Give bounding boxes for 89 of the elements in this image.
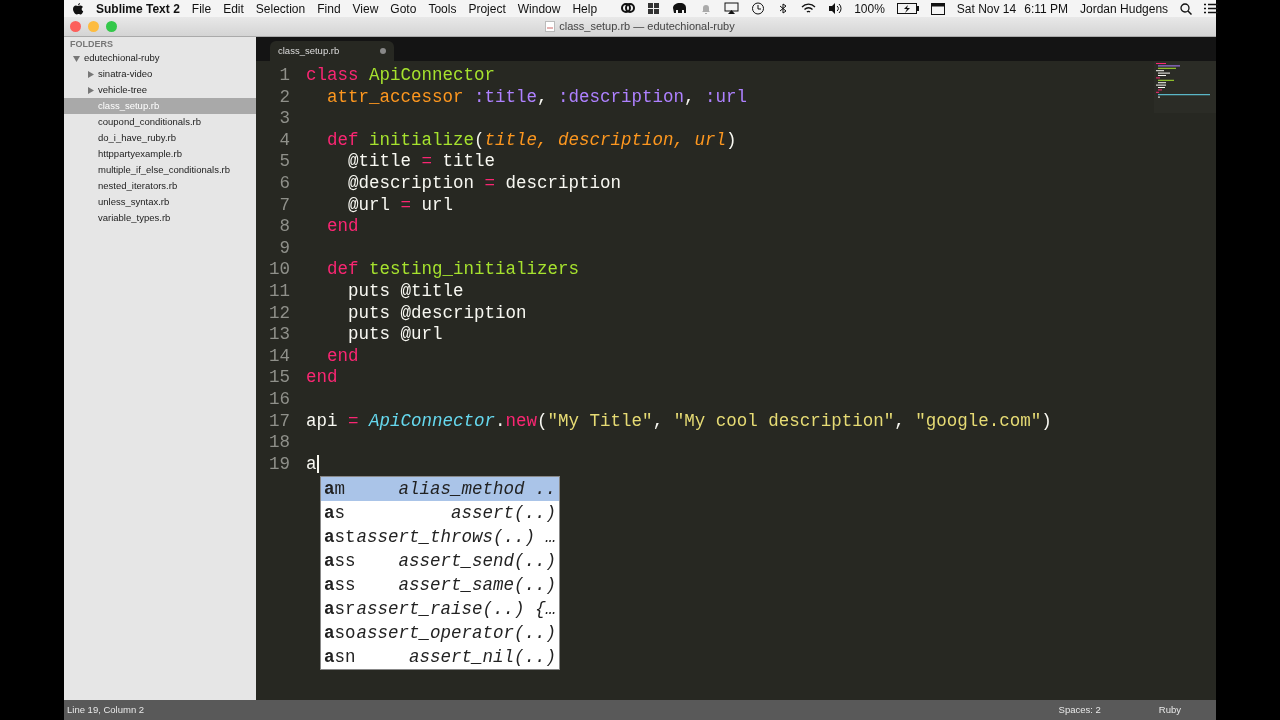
autocomplete-item[interactable]: am alias_method .. [321,477,559,501]
code-line: a [306,453,319,476]
code-line: puts @description [347,302,527,325]
sidebar-heading: FOLDERS [69,39,114,50]
sidebar-folder[interactable]: vehicle-tree [64,82,256,98]
wifi-icon[interactable] [801,2,817,15]
autocomplete-item[interactable]: ass assert_same(..) [321,573,559,597]
code-line: end [326,345,359,368]
code-line: api = ApiConnector.new("My Title", "My cool description", "google.com") [306,410,1052,433]
clock-icon[interactable] [751,2,766,15]
cloud-icon[interactable] [621,2,636,15]
line-number: 10 [268,259,290,281]
sidebar-file[interactable]: httppartyexample.rb [64,146,256,162]
line-number: 2 [278,86,290,109]
autocomplete-item[interactable]: asn assert_nil(..) [321,645,559,669]
menu-item[interactable]: Goto [390,0,417,18]
line-number: 19 [268,453,290,476]
code-line: @url = url [347,194,454,217]
line-number: 8 [278,216,290,238]
sidebar-file[interactable]: variable_types.rb [64,210,256,226]
minimap-drawing[interactable] [1154,61,1216,113]
apple-logo-icon[interactable] [72,2,84,15]
menu-icon[interactable] [1204,3,1219,14]
display-icon[interactable] [724,2,740,15]
code-line: @description = description [347,172,622,195]
line-number: 4 [278,129,290,152]
calendar-icon[interactable] [930,2,945,15]
menu-item[interactable]: Project [468,0,506,18]
menu-item[interactable]: Tools [428,0,457,18]
line-number: 16 [268,388,290,411]
line-number: 3 [278,108,290,130]
unsaved-dot-icon [380,48,386,54]
menu-item[interactable]: Find [317,0,341,18]
line-number: 6 [278,172,290,195]
indentation-setting[interactable]: Spaces: 2 [1058,702,1101,718]
window-title: class_setup.rb — edutechional-ruby [559,19,735,35]
battery-percentage: 100% [854,0,885,18]
line-number: 1 [278,65,290,87]
syntax-setting[interactable]: Ruby [1158,702,1181,718]
line-number: 5 [278,151,290,173]
sidebar-file[interactable]: coupond_conditionals.rb [64,114,256,130]
code-line: class ApiConnector [306,65,496,87]
sidebar-folder[interactable]: edutechional-ruby [64,50,256,66]
code-line: end [326,216,359,238]
app-name[interactable]: Sublime Text 2 [96,0,180,18]
battery-icon[interactable] [896,3,919,14]
code-line: puts @title [347,280,464,303]
code-line: @title = title [347,151,496,173]
sidebar-file[interactable]: do_i_have_ruby.rb [64,130,256,146]
line-number: 14 [268,345,290,368]
code-line: attr_accessor :title, :description, :url [326,86,748,109]
line-number: 17 [268,410,290,433]
search-icon[interactable] [1180,2,1193,15]
autocomplete-item[interactable]: asrassert_raise(..) {… [321,597,559,621]
sidebar-folder[interactable]: sinatra-video [64,66,256,82]
grid-icon[interactable] [647,2,661,15]
autocomplete-item[interactable]: astassert_throws(..) … [321,525,559,549]
autocomplete-item[interactable]: asoassert_operator(..) [321,621,559,645]
autocomplete-item[interactable]: ass assert_send(..) [321,549,559,573]
line-number: 11 [268,280,290,303]
menu-item[interactable]: View [352,0,379,18]
menu-item[interactable]: File [191,0,212,18]
line-number: 7 [278,194,290,217]
sidebar-file[interactable]: multiple_if_else_conditionals.rb [64,162,256,178]
sidebar-file[interactable]: unless_syntax.rb [64,194,256,210]
code-line: def testing_initializers [326,259,580,281]
expanded-arrow-icon[interactable] [73,54,80,62]
file-icon [545,21,556,32]
line-number: 12 [268,302,290,325]
cursor-position: Line 19, Column 2 [67,702,145,717]
menu-bar-date[interactable]: Sat Nov 14 [956,0,1017,18]
menu-bar-time[interactable]: 6:11 PM [1024,0,1068,18]
editor-tab[interactable]: class_setup.rb [270,41,394,61]
code-line: def initialize(title, description, url) [326,129,737,152]
sidebar-file[interactable]: nested_iterators.rb [64,178,256,194]
line-number: 13 [268,324,290,346]
menu-item[interactable]: Selection [255,0,306,18]
line-number: 9 [278,237,290,260]
speaker-icon[interactable] [828,2,843,15]
code-line: end [306,367,338,389]
code-line: puts @url [347,324,443,346]
elephant-icon[interactable] [672,2,689,15]
autocomplete-item[interactable]: as assert(..) [321,501,559,525]
menu-item[interactable]: Window [517,0,561,18]
menu-item[interactable]: Edit [223,0,244,18]
user-name[interactable]: Jordan Hudgens [1080,0,1169,18]
menu-item[interactable]: Help [572,0,598,18]
line-number: 18 [268,432,290,454]
line-number: 15 [268,367,290,389]
